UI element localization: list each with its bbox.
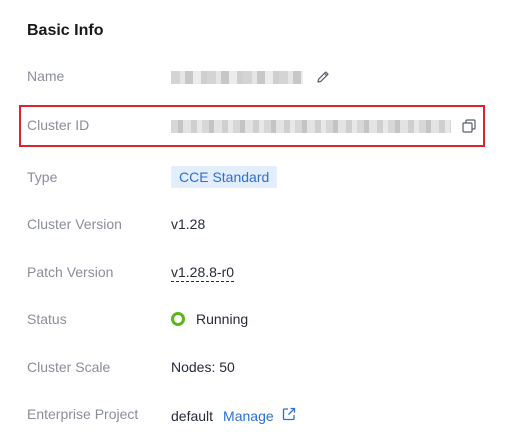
external-link-icon[interactable]	[281, 406, 297, 425]
row-name: Name	[0, 64, 520, 88]
status-value: Running	[196, 311, 249, 327]
cluster-id-value-redacted	[171, 119, 451, 133]
row-type: Type CCE Standard	[0, 165, 520, 189]
type-tag: CCE Standard	[171, 166, 278, 188]
cluster-id-label: Cluster ID	[27, 117, 90, 133]
patch-version-value[interactable]: v1.28.8-r0	[171, 264, 235, 282]
name-label: Name	[27, 68, 65, 84]
row-patch-version: Patch Version v1.28.8-r0	[0, 260, 520, 284]
row-cluster-id: Cluster ID	[0, 113, 520, 137]
cluster-version-value: v1.28	[171, 216, 206, 232]
row-cluster-version: Cluster Version v1.28	[0, 212, 520, 236]
pencil-icon[interactable]	[315, 69, 331, 85]
copy-icon[interactable]	[461, 118, 477, 134]
type-label: Type	[27, 169, 58, 185]
cluster-scale-label: Cluster Scale	[27, 359, 111, 375]
cluster-scale-value: Nodes: 50	[171, 359, 235, 375]
enterprise-project-value: default	[171, 407, 214, 424]
cluster-version-label: Cluster Version	[27, 216, 122, 232]
manage-link[interactable]: Manage	[223, 408, 274, 424]
row-cluster-scale: Cluster Scale Nodes: 50	[0, 355, 520, 379]
row-enterprise-project: Enterprise Project default Manage	[0, 402, 520, 426]
status-label: Status	[27, 311, 67, 327]
status-running-icon	[171, 312, 185, 326]
patch-version-label: Patch Version	[27, 264, 114, 280]
page-title: Basic Info	[27, 22, 104, 39]
enterprise-project-label: Enterprise Project	[27, 406, 139, 422]
row-status: Status Running	[0, 307, 520, 331]
name-value-redacted	[171, 70, 303, 84]
